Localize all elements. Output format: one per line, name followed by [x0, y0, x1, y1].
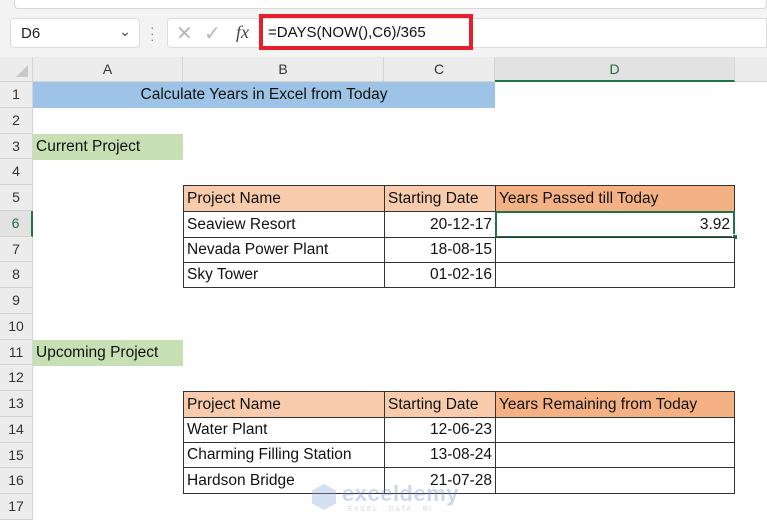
- insert-function-icon[interactable]: fx: [236, 22, 249, 43]
- row-header-1[interactable]: 1: [0, 82, 33, 108]
- row-header-8[interactable]: 8: [0, 262, 33, 288]
- column-header-a[interactable]: A: [33, 57, 183, 82]
- table-row-date[interactable]: 18-08-15: [384, 237, 496, 263]
- upcoming-project-label[interactable]: Upcoming Project: [33, 340, 183, 366]
- table-row-date[interactable]: 12-06-23: [384, 417, 496, 443]
- row-header-17[interactable]: 17: [0, 494, 33, 520]
- upcoming-header-years[interactable]: Years Remaining from Today: [495, 391, 735, 418]
- table-row-value[interactable]: [495, 442, 735, 468]
- row-header-7[interactable]: 7: [0, 236, 33, 263]
- enter-check-icon[interactable]: ✓: [204, 21, 221, 46]
- watermark-name: exceldemy: [342, 481, 460, 506]
- row-header-6[interactable]: 6: [0, 210, 33, 237]
- row-header-9[interactable]: 9: [0, 288, 33, 314]
- table-row-name[interactable]: Sky Tower: [183, 262, 385, 288]
- watermark-tagline: EXCEL · DATA · BI: [348, 506, 433, 513]
- upcoming-header-name[interactable]: Project Name: [183, 391, 385, 418]
- cancel-x-icon[interactable]: ✕: [176, 21, 193, 46]
- upcoming-header-date[interactable]: Starting Date: [384, 391, 496, 418]
- table-row-date[interactable]: 20-12-17: [384, 211, 496, 238]
- formula-highlight-box: [259, 14, 473, 50]
- title-cell[interactable]: Calculate Years in Excel from Today: [33, 82, 495, 108]
- column-header-e[interactable]: [735, 57, 767, 82]
- column-header-d[interactable]: D: [495, 57, 735, 82]
- current-project-label[interactable]: Current Project: [33, 134, 183, 160]
- current-header-date[interactable]: Starting Date: [384, 185, 496, 212]
- row-header-14[interactable]: 14: [0, 416, 33, 443]
- column-header-c[interactable]: C: [384, 57, 495, 82]
- drag-handle-icon[interactable]: · · ·: [150, 20, 155, 46]
- active-cell-d6[interactable]: 3.92: [495, 211, 735, 238]
- row-header-5[interactable]: 5: [0, 185, 33, 211]
- table-row-date[interactable]: 13-08-24: [384, 442, 496, 468]
- table-row-name[interactable]: Seaview Resort: [183, 211, 385, 238]
- table-row-date[interactable]: 01-02-16: [384, 262, 496, 288]
- table-row-name[interactable]: Charming Filling Station: [183, 442, 385, 468]
- row-header-15[interactable]: 15: [0, 442, 33, 469]
- row-header-2[interactable]: 2: [0, 107, 33, 134]
- row-header-10[interactable]: 10: [0, 313, 33, 340]
- current-header-name[interactable]: Project Name: [183, 185, 385, 212]
- row-header-3[interactable]: 3: [0, 133, 33, 160]
- table-row-name[interactable]: Water Plant: [183, 417, 385, 443]
- column-header-b[interactable]: B: [183, 57, 384, 82]
- name-box-value: D6: [21, 25, 41, 42]
- row-header-13[interactable]: 13: [0, 391, 33, 417]
- top-strip: [0, 0, 767, 14]
- name-box[interactable]: D6 ⌄: [10, 18, 140, 48]
- row-header-16[interactable]: 16: [0, 468, 33, 494]
- select-all-corner[interactable]: [0, 57, 33, 82]
- table-row-name[interactable]: Nevada Power Plant: [183, 237, 385, 263]
- table-row-value[interactable]: [495, 237, 735, 263]
- chevron-down-icon[interactable]: ⌄: [119, 23, 131, 40]
- row-header-11[interactable]: 11: [0, 339, 33, 366]
- ribbon-edge: [14, 0, 767, 9]
- table-row-value[interactable]: [495, 467, 735, 494]
- table-row-value[interactable]: [495, 417, 735, 443]
- row-header-12[interactable]: 12: [0, 365, 33, 391]
- table-row-value[interactable]: [495, 262, 735, 288]
- row-header-4[interactable]: 4: [0, 159, 33, 185]
- current-header-years[interactable]: Years Passed till Today: [495, 185, 735, 212]
